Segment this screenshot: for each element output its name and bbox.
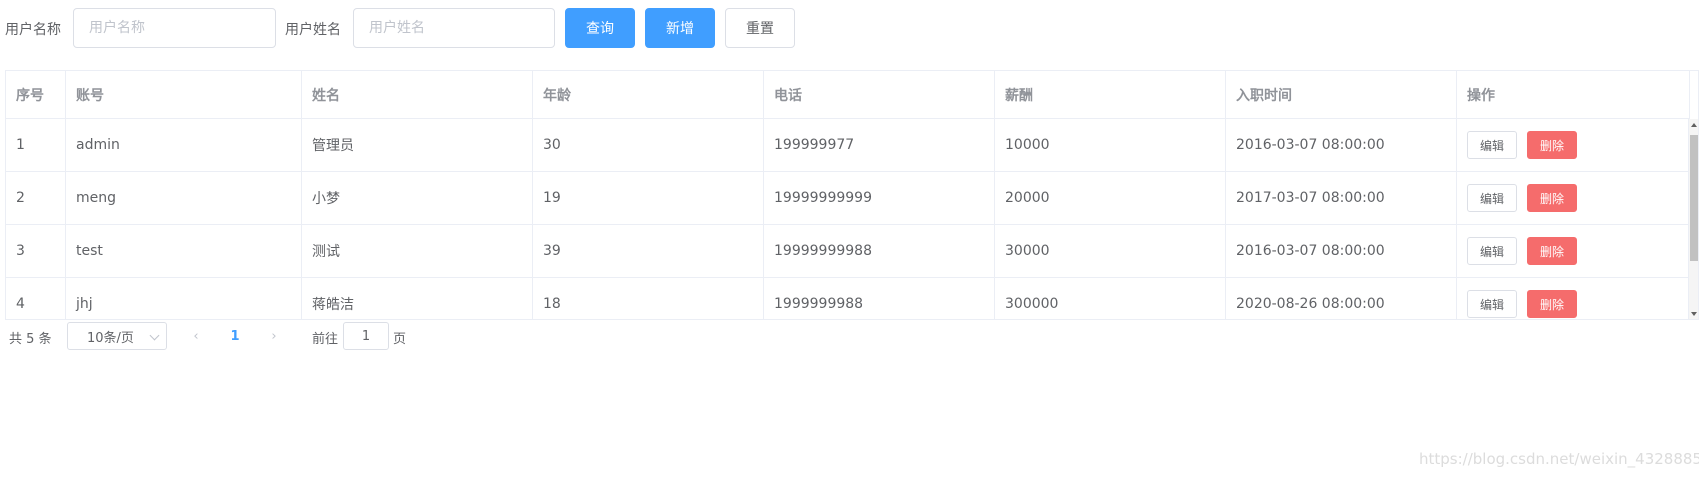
cell-actions: 编辑 删除 bbox=[1457, 278, 1690, 319]
delete-button[interactable]: 删除 bbox=[1527, 184, 1578, 212]
table-row: 1 admin 管理员 30 199999977 10000 2016-03-0… bbox=[6, 119, 1690, 172]
add-button[interactable]: 新增 bbox=[645, 8, 715, 48]
page-size-select[interactable]: 10条/页 bbox=[67, 322, 167, 350]
cell-name: 小梦 bbox=[302, 172, 533, 224]
cell-hire-date: 2017-03-07 08:00:00 bbox=[1226, 172, 1457, 224]
table-row: 3 test 测试 39 19999999988 30000 2016-03-0… bbox=[6, 225, 1690, 278]
user-table: 序号 账号 姓名 年龄 电话 薪酬 入职时间 操作 1 admin 管理员 30… bbox=[5, 70, 1699, 320]
cell-actions: 编辑 删除 bbox=[1457, 119, 1690, 171]
cell-index: 1 bbox=[6, 119, 66, 171]
header-name: 姓名 bbox=[302, 71, 533, 118]
cell-name: 测试 bbox=[302, 225, 533, 277]
scroll-up-icon[interactable] bbox=[1691, 123, 1697, 127]
table-body[interactable]: 1 admin 管理员 30 199999977 10000 2016-03-0… bbox=[6, 119, 1690, 319]
table-row: 4 jhj 蒋皓洁 18 1999999988 300000 2020-08-2… bbox=[6, 278, 1690, 319]
edit-button[interactable]: 编辑 bbox=[1467, 237, 1518, 265]
goto-page-input[interactable] bbox=[343, 322, 389, 350]
delete-button[interactable]: 删除 bbox=[1527, 290, 1578, 318]
cell-salary: 10000 bbox=[995, 119, 1226, 171]
edit-button[interactable]: 编辑 bbox=[1467, 290, 1518, 318]
header-salary: 薪酬 bbox=[995, 71, 1226, 118]
table-row: 2 meng 小梦 19 19999999999 20000 2017-03-0… bbox=[6, 172, 1690, 225]
total-count: 共 5 条 bbox=[9, 332, 52, 347]
reset-button[interactable]: 重置 bbox=[725, 8, 795, 48]
header-phone: 电话 bbox=[764, 71, 995, 118]
cell-age: 19 bbox=[533, 172, 764, 224]
cell-age: 39 bbox=[533, 225, 764, 277]
username-label: 用户名称 bbox=[5, 22, 61, 38]
next-page-icon[interactable]: › bbox=[264, 322, 284, 350]
username-input[interactable] bbox=[73, 8, 276, 48]
delete-button[interactable]: 删除 bbox=[1527, 131, 1578, 159]
cell-index: 3 bbox=[6, 225, 66, 277]
cell-salary: 300000 bbox=[995, 278, 1226, 319]
name-input[interactable] bbox=[353, 8, 555, 48]
search-button[interactable]: 查询 bbox=[565, 8, 635, 48]
goto-prefix: 前往 bbox=[312, 332, 339, 347]
cell-phone: 19999999988 bbox=[764, 225, 995, 277]
goto-suffix: 页 bbox=[393, 332, 407, 347]
header-index: 序号 bbox=[6, 71, 66, 118]
table-header: 序号 账号 姓名 年龄 电话 薪酬 入职时间 操作 bbox=[6, 71, 1690, 119]
header-age: 年龄 bbox=[533, 71, 764, 118]
edit-button[interactable]: 编辑 bbox=[1467, 184, 1518, 212]
cell-salary: 30000 bbox=[995, 225, 1226, 277]
cell-hire-date: 2016-03-07 08:00:00 bbox=[1226, 225, 1457, 277]
cell-actions: 编辑 删除 bbox=[1457, 225, 1690, 277]
cell-age: 30 bbox=[533, 119, 764, 171]
chevron-down-icon bbox=[149, 330, 160, 341]
cell-account: jhj bbox=[66, 278, 302, 319]
header-account: 账号 bbox=[66, 71, 302, 118]
cell-age: 18 bbox=[533, 278, 764, 319]
name-label: 用户姓名 bbox=[285, 22, 341, 38]
cell-account: test bbox=[66, 225, 302, 277]
cell-salary: 20000 bbox=[995, 172, 1226, 224]
cell-name: 蒋皓洁 bbox=[302, 278, 533, 319]
page-size-value: 10条/页 bbox=[87, 330, 134, 346]
page-number-current[interactable]: 1 bbox=[225, 322, 245, 350]
scroll-down-icon[interactable] bbox=[1691, 312, 1697, 316]
header-hire-date: 入职时间 bbox=[1226, 71, 1457, 118]
header-actions: 操作 bbox=[1457, 71, 1690, 118]
cell-account: meng bbox=[66, 172, 302, 224]
vertical-scrollbar[interactable] bbox=[1688, 119, 1698, 319]
edit-button[interactable]: 编辑 bbox=[1467, 131, 1518, 159]
cell-name: 管理员 bbox=[302, 119, 533, 171]
delete-button[interactable]: 删除 bbox=[1527, 237, 1578, 265]
cell-phone: 19999999999 bbox=[764, 172, 995, 224]
cell-account: admin bbox=[66, 119, 302, 171]
prev-page-icon[interactable]: ‹ bbox=[186, 322, 206, 350]
scrollbar-thumb[interactable] bbox=[1690, 135, 1698, 261]
cell-phone: 199999977 bbox=[764, 119, 995, 171]
cell-index: 2 bbox=[6, 172, 66, 224]
watermark: https://blog.csdn.net/weixin_43288858 bbox=[1419, 450, 1699, 468]
cell-index: 4 bbox=[6, 278, 66, 319]
cell-hire-date: 2016-03-07 08:00:00 bbox=[1226, 119, 1457, 171]
cell-hire-date: 2020-08-26 08:00:00 bbox=[1226, 278, 1457, 319]
cell-phone: 1999999988 bbox=[764, 278, 995, 319]
cell-actions: 编辑 删除 bbox=[1457, 172, 1690, 224]
